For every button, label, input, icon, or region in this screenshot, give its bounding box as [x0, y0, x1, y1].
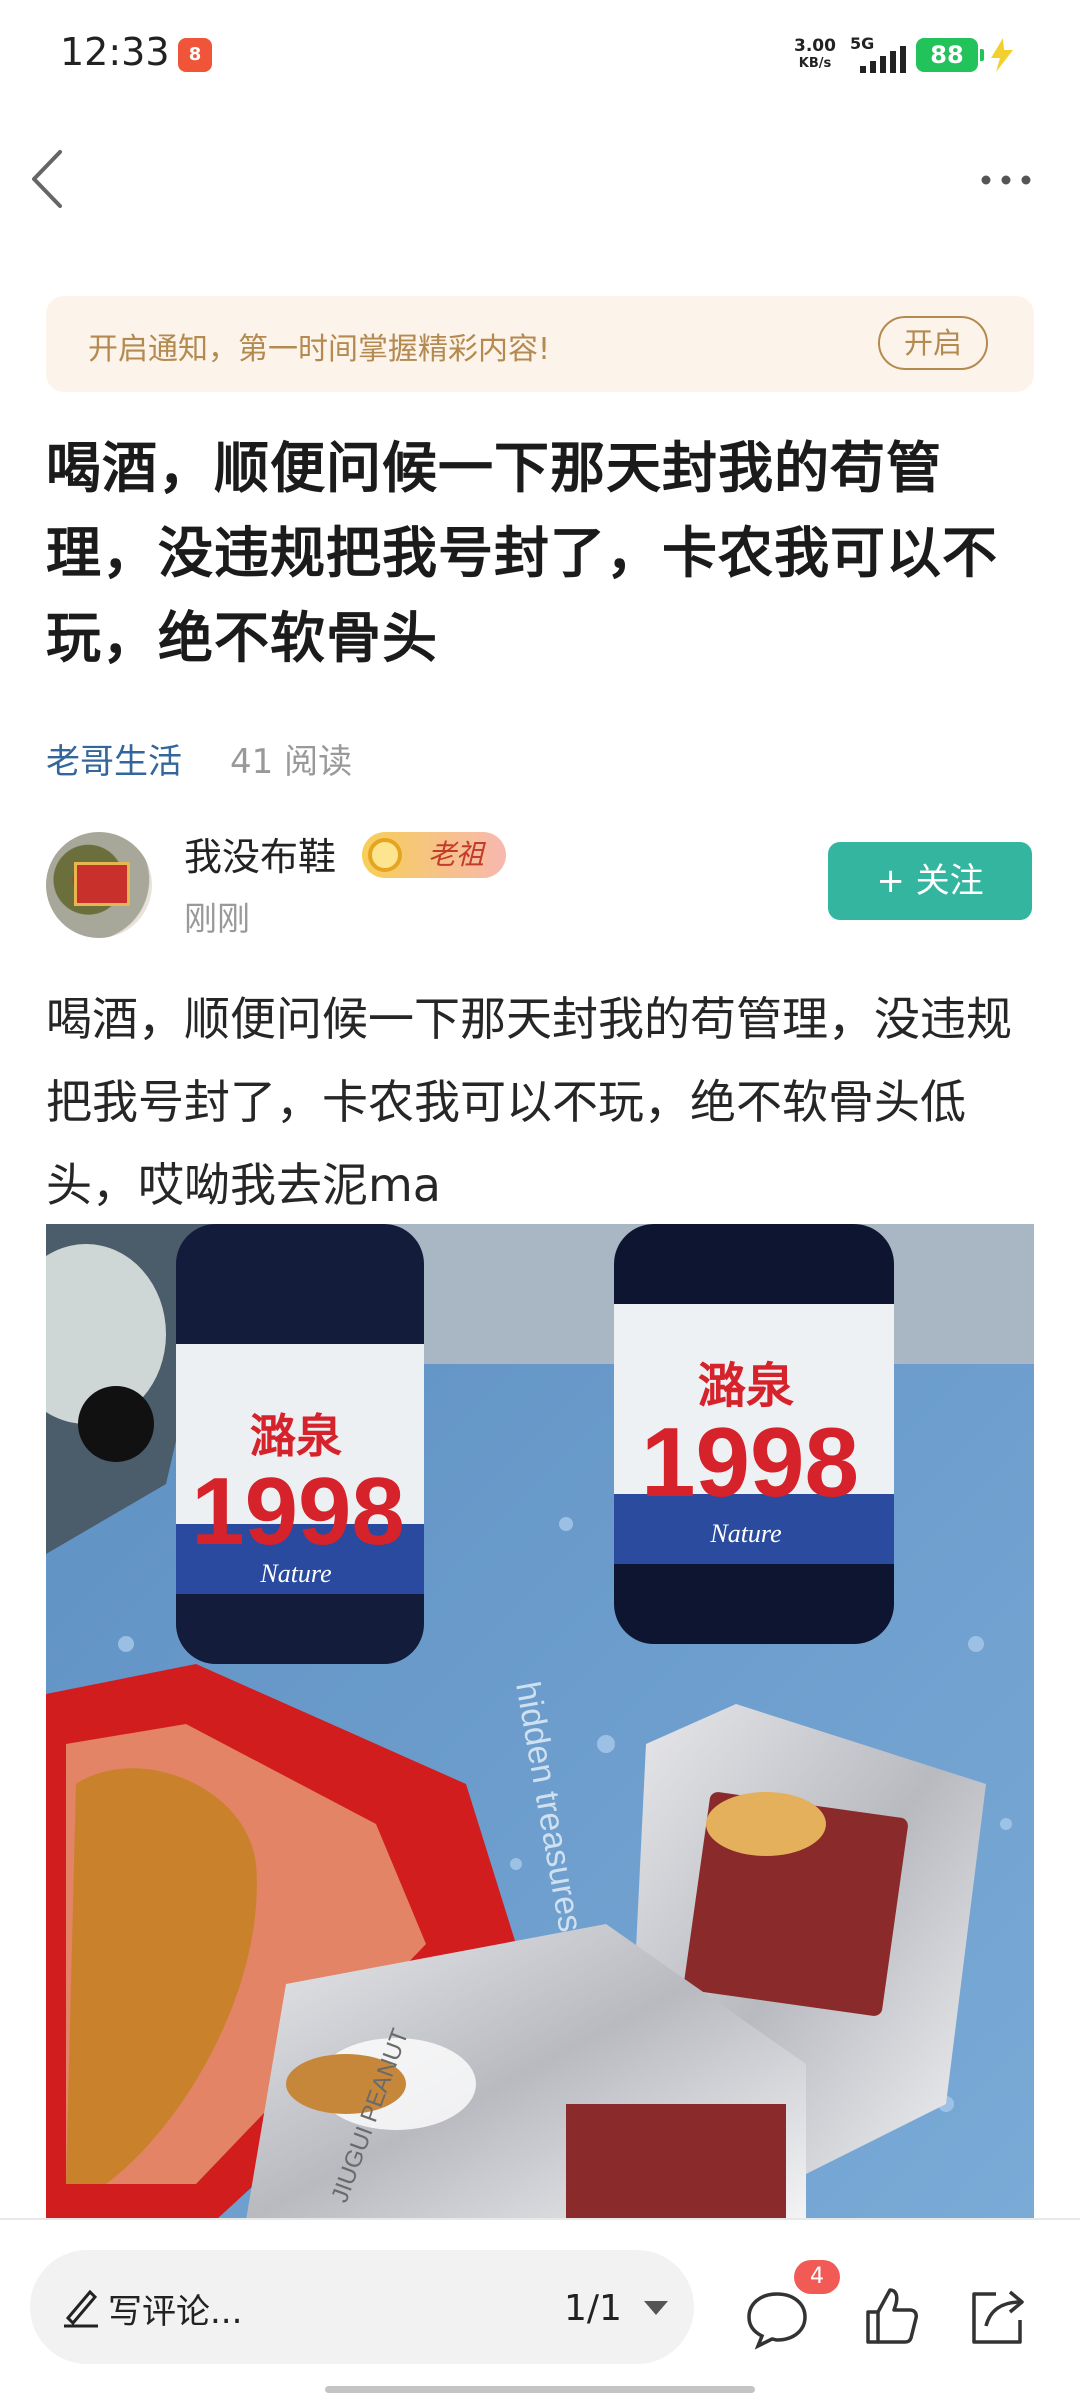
avatar[interactable] — [46, 832, 152, 938]
post-photo: hidden treasures. dream. 潞泉 1998 Nature … — [46, 1224, 1034, 2220]
channel-link[interactable]: 老哥生活 — [46, 734, 182, 783]
follow-button[interactable]: + 关注 — [828, 842, 1032, 920]
post-title: 喝酒，顺便问候一下那天封我的苟管理，没违规把我号封了，卡农我可以不玩，绝不软骨头 — [46, 436, 999, 670]
post-body: 喝酒，顺便问候一下那天封我的苟管理，没违规把我号封了，卡农我可以不玩，绝不软骨头… — [46, 992, 1012, 1212]
right-bottle: 潞泉 1998 Nature — [614, 1224, 894, 1644]
right-bottle-sub: Nature — [709, 1519, 781, 1548]
home-indicator[interactable] — [325, 2386, 755, 2393]
left-bottle-brand: 潞泉 — [250, 1410, 342, 1462]
avatar-image — [74, 862, 130, 906]
app-notification-icon: 8 — [178, 38, 212, 72]
post-image[interactable]: hidden treasures. dream. 潞泉 1998 Nature … — [46, 1224, 1034, 2220]
left-bottle-number: 1998 — [191, 1458, 405, 1565]
notification-banner: 开启通知，第一时间掌握精彩内容! 开启 — [46, 296, 1034, 392]
bottom-bar: 写评论... 1/1 4 — [0, 2220, 1080, 2400]
battery-indicator: 88 — [916, 38, 984, 72]
left-bottle: 潞泉 1998 Nature — [176, 1224, 424, 1664]
pen-icon — [64, 2289, 98, 2328]
status-time: 12:33 — [60, 30, 170, 74]
right-bottle-brand: 潞泉 — [698, 1360, 794, 1413]
notification-text: 开启通知，第一时间掌握精彩内容! — [88, 332, 551, 367]
network-speed-value: 3.00 — [794, 36, 836, 56]
page-indicator[interactable]: 1/1 — [564, 2288, 622, 2329]
comment-input[interactable]: 写评论... 1/1 — [30, 2250, 694, 2364]
network-speed-unit: KB/s — [798, 56, 832, 71]
post-time: 刚刚 — [184, 899, 250, 938]
like-icon[interactable] — [862, 2284, 920, 2348]
comment-placeholder: 写评论... — [108, 2292, 243, 2332]
author-name[interactable]: 我没布鞋 — [184, 826, 336, 881]
back-icon[interactable] — [28, 148, 68, 210]
comment-icon[interactable] — [744, 2288, 810, 2350]
status-bar: 12:33 8 3.00 KB/s 5G 88 — [0, 0, 1080, 110]
network-speed: 3.00 KB/s — [790, 36, 840, 71]
enable-notification-button[interactable]: 开启 — [878, 316, 988, 370]
left-bottle-sub: Nature — [259, 1559, 331, 1588]
right-bottle-number: 1998 — [641, 1407, 859, 1517]
chevron-down-icon[interactable] — [642, 2298, 670, 2318]
rank-badge: 老祖 — [362, 832, 506, 878]
rank-badge-label: 老祖 — [427, 838, 484, 871]
read-count: 41 阅读 — [230, 742, 353, 782]
signal-icon — [860, 46, 906, 73]
badge-ring-icon — [368, 838, 402, 872]
charging-icon — [991, 38, 1013, 72]
comment-count-badge: 4 — [794, 2260, 840, 2294]
more-icon[interactable] — [976, 160, 1036, 200]
share-icon[interactable] — [966, 2284, 1028, 2348]
